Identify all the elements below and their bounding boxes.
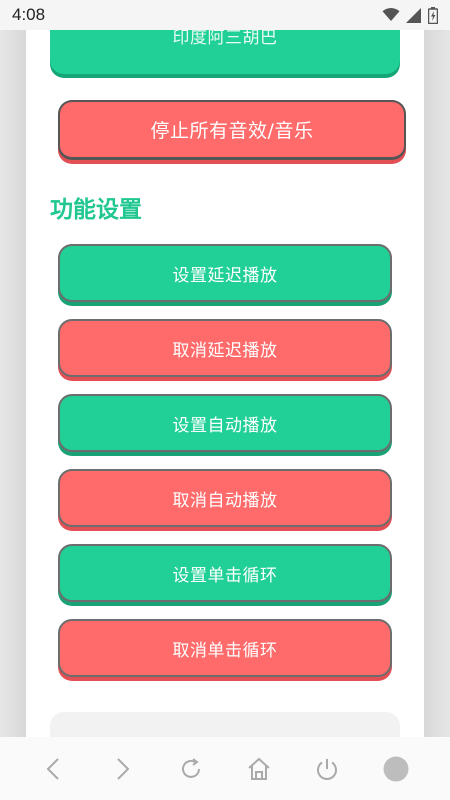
forward-icon (117, 757, 130, 780)
set-click-loop-label: 设置单击循环 (172, 565, 278, 586)
cancel-delay-play-label: 取消延迟播放 (172, 340, 278, 361)
set-delay-play-button[interactable]: 设置延迟播放 (58, 244, 392, 302)
menu-circle-icon (383, 756, 409, 781)
cancel-click-loop-label: 取消单击循环 (172, 640, 278, 661)
nav-bar (0, 737, 450, 800)
battery-icon (428, 6, 438, 24)
section-title: 功能设置 (50, 197, 142, 223)
cancel-click-loop-button[interactable]: 取消单击循环 (58, 619, 392, 677)
main-content[interactable]: 印度阿三胡巴 停止所有音效/音乐 功能设置 设置延迟播放 取消延迟播放 设置自动… (26, 30, 424, 737)
stop-all-label: 停止所有音效/音乐 (150, 120, 314, 142)
page-edge-right (424, 30, 450, 737)
back-button[interactable] (34, 749, 74, 789)
reload-icon (181, 757, 200, 778)
set-auto-play-button[interactable]: 设置自动播放 (58, 394, 392, 452)
status-time: 4:08 (12, 5, 46, 24)
status-bar: 4:08 (0, 0, 450, 30)
set-click-loop-button[interactable]: 设置单击循环 (58, 544, 392, 602)
page-edge-left (0, 30, 26, 737)
set-auto-play-label: 设置自动播放 (172, 415, 278, 436)
menu-button[interactable] (376, 749, 416, 789)
stop-all-button[interactable]: 停止所有音效/音乐 (58, 100, 406, 160)
cancel-auto-play-label: 取消自动播放 (172, 490, 278, 511)
cancel-auto-play-button[interactable]: 取消自动播放 (58, 469, 392, 527)
sound-button-top[interactable]: 印度阿三胡巴 (50, 30, 400, 74)
cancel-delay-play-button[interactable]: 取消延迟播放 (58, 319, 392, 377)
forward-button[interactable] (102, 749, 142, 789)
power-icon (317, 758, 338, 780)
sound-button-label: 印度阿三胡巴 (172, 30, 278, 48)
reload-button[interactable] (171, 749, 211, 789)
bottom-card (50, 712, 400, 737)
home-button[interactable] (239, 749, 279, 789)
signal-icon (406, 7, 422, 23)
wifi-icon (382, 8, 400, 22)
set-delay-play-label: 设置延迟播放 (172, 265, 278, 286)
status-icons (382, 6, 438, 24)
back-icon (46, 757, 59, 780)
power-button[interactable] (307, 749, 347, 789)
home-icon (248, 757, 270, 780)
